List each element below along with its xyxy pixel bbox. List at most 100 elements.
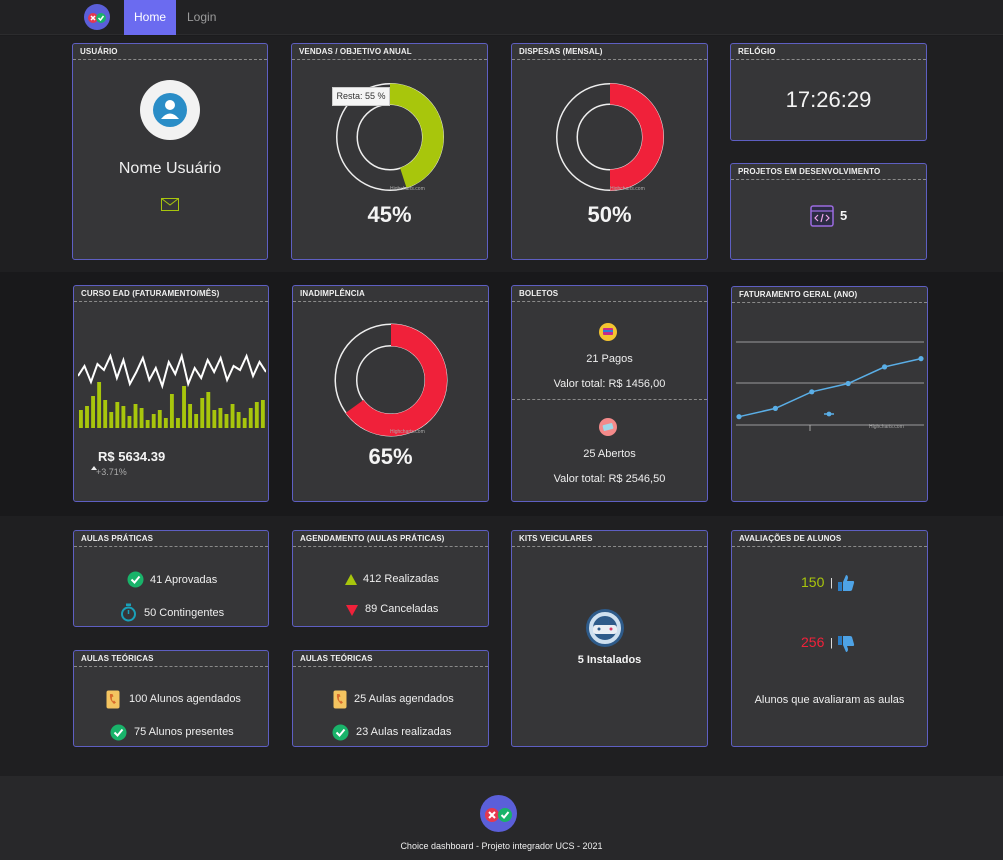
triangle-down-icon (346, 605, 358, 616)
highcharts-credit[interactable]: Highcharts.com (390, 429, 425, 435)
bar-mark (115, 402, 120, 428)
open-total: Valor total: R$ 2546,50 (553, 473, 666, 485)
card-title: INADIMPLÊNCIA (293, 286, 488, 302)
thumbs-up-icon[interactable] (836, 573, 856, 593)
avatar[interactable] (140, 80, 200, 140)
card-title: RELÓGIO (731, 44, 926, 60)
default-rate-donut-chart (334, 323, 448, 437)
bar-mark (236, 412, 241, 428)
separator: | (830, 637, 833, 649)
steering-wheel-icon (586, 609, 624, 647)
course-sparkline-chart (78, 352, 266, 428)
highcharts-credit[interactable]: Highcharts.com (390, 186, 425, 192)
card-title: USUÁRIO (73, 44, 267, 60)
bar-mark (97, 382, 102, 428)
contingent-count: 50 Contingentes (144, 607, 225, 619)
data-point[interactable] (918, 356, 924, 362)
thumbs-down-icon[interactable] (836, 634, 856, 654)
phone-card-icon (106, 690, 120, 709)
general-revenue-line-chart (736, 341, 924, 431)
bar-mark (109, 412, 114, 428)
bar-mark (260, 400, 265, 428)
bar-mark (127, 416, 132, 428)
user-icon (153, 93, 187, 127)
bar-mark (218, 408, 223, 428)
highcharts-credit[interactable]: Highcharts.com (869, 424, 904, 430)
data-point[interactable] (845, 380, 851, 387)
user-name: Nome Usuário (118, 160, 222, 177)
check-circle-icon (127, 571, 144, 588)
logo-check-cross-icon (485, 808, 512, 822)
data-point[interactable] (809, 389, 815, 395)
highcharts-credit[interactable]: Highcharts.com (610, 186, 645, 192)
card-title: VENDAS / OBJETIVO ANUAL (292, 44, 487, 60)
card-title: CURSO EAD (FATURAMENTO/MÊS) (74, 286, 268, 302)
bar-mark (163, 418, 168, 428)
default-rate-card: INADIMPLÊNCIA Highcharts.com 65% (292, 285, 489, 502)
card-title: AULAS PRÁTICAS (74, 531, 268, 547)
top-navbar: Home Login (0, 0, 1003, 35)
expenses-percent: 50% (587, 202, 632, 227)
app-logo[interactable] (84, 4, 110, 30)
paid-total: Valor total: R$ 1456,00 (553, 378, 666, 390)
legend-marker[interactable] (826, 411, 832, 417)
practical-classes-card: AULAS PRÁTICAS 41 Aprovadas 50 Contingen… (73, 530, 269, 627)
line-series (78, 352, 266, 390)
data-point[interactable] (882, 364, 888, 370)
logo-check-cross-icon (88, 13, 106, 23)
separator: | (830, 577, 833, 589)
bar-mark (194, 414, 199, 428)
data-point[interactable] (736, 414, 742, 420)
bar-mark (212, 410, 217, 428)
course-revenue-change: +3.71% (96, 467, 127, 477)
bar-mark (85, 406, 89, 428)
bar-mark (248, 408, 253, 428)
check-circle-icon (110, 724, 127, 741)
expenses-donut-chart (556, 83, 664, 191)
completed-count: 412 Realizadas (363, 573, 439, 585)
bar-mark (169, 394, 174, 428)
code-window-icon (810, 205, 834, 227)
ratings-caption: Alunos que avaliaram as aulas (754, 694, 905, 706)
line-series (738, 357, 922, 418)
check-circle-icon (332, 724, 349, 741)
bar-mark (182, 386, 186, 428)
nav-home-link[interactable]: Home (124, 0, 176, 35)
expenses-arc (609, 83, 664, 191)
course-revenue-card: CURSO EAD (FATURAMENTO/MÊS) R$ 5634.39 +… (73, 285, 269, 502)
bar-mark (254, 402, 259, 428)
card-title: KITS VEICULARES (512, 531, 707, 547)
bar-mark (139, 408, 144, 428)
bar-mark (157, 410, 162, 428)
sales-percent: 45% (367, 202, 412, 227)
card-title: AULAS TEÓRICAS (293, 651, 488, 667)
theory-classes-card: AULAS TEÓRICAS 25 Aulas agendados 23 Aul… (292, 650, 489, 747)
scheduled-students: 100 Alunos agendados (129, 693, 241, 705)
card-title: FATURAMENTO GERAL (ANO) (732, 287, 927, 303)
bar-mark (79, 410, 83, 428)
bar-mark (230, 404, 235, 428)
positive-ratings: 150 (801, 574, 825, 590)
bar-mark (145, 420, 150, 428)
bar-mark (103, 400, 108, 428)
user-card: USUÁRIO Nome Usuário (72, 43, 268, 260)
projects-count: 5 (840, 208, 848, 223)
clock-time: 17:26:29 (785, 87, 872, 112)
open-count: 25 Abertos (583, 448, 636, 460)
general-revenue-card: FATURAMENTO GERAL (ANO) Highcharts.com (731, 286, 928, 502)
bar-mark (176, 418, 180, 428)
bar-mark (151, 414, 156, 428)
mail-icon[interactable] (161, 198, 179, 216)
card-title: BOLETOS (512, 286, 707, 302)
card-title: DISPESAS (MENSAL) (512, 44, 707, 60)
approved-count: 41 Aprovadas (150, 574, 218, 586)
bar-mark (121, 406, 126, 428)
bar-mark (224, 414, 229, 428)
chart-tooltip: Resta: 55 % (332, 87, 390, 106)
sales-card: VENDAS / OBJETIVO ANUAL Resta: 55 % High… (291, 43, 488, 260)
data-point[interactable] (772, 405, 778, 411)
nav-login-link[interactable]: Login (187, 0, 216, 35)
clock-card: RELÓGIO 17:26:29 (730, 43, 927, 141)
scheduled-classes: 25 Aulas agendados (354, 693, 454, 705)
footer-text: Choice dashboard - Projeto integrador UC… (400, 841, 603, 851)
